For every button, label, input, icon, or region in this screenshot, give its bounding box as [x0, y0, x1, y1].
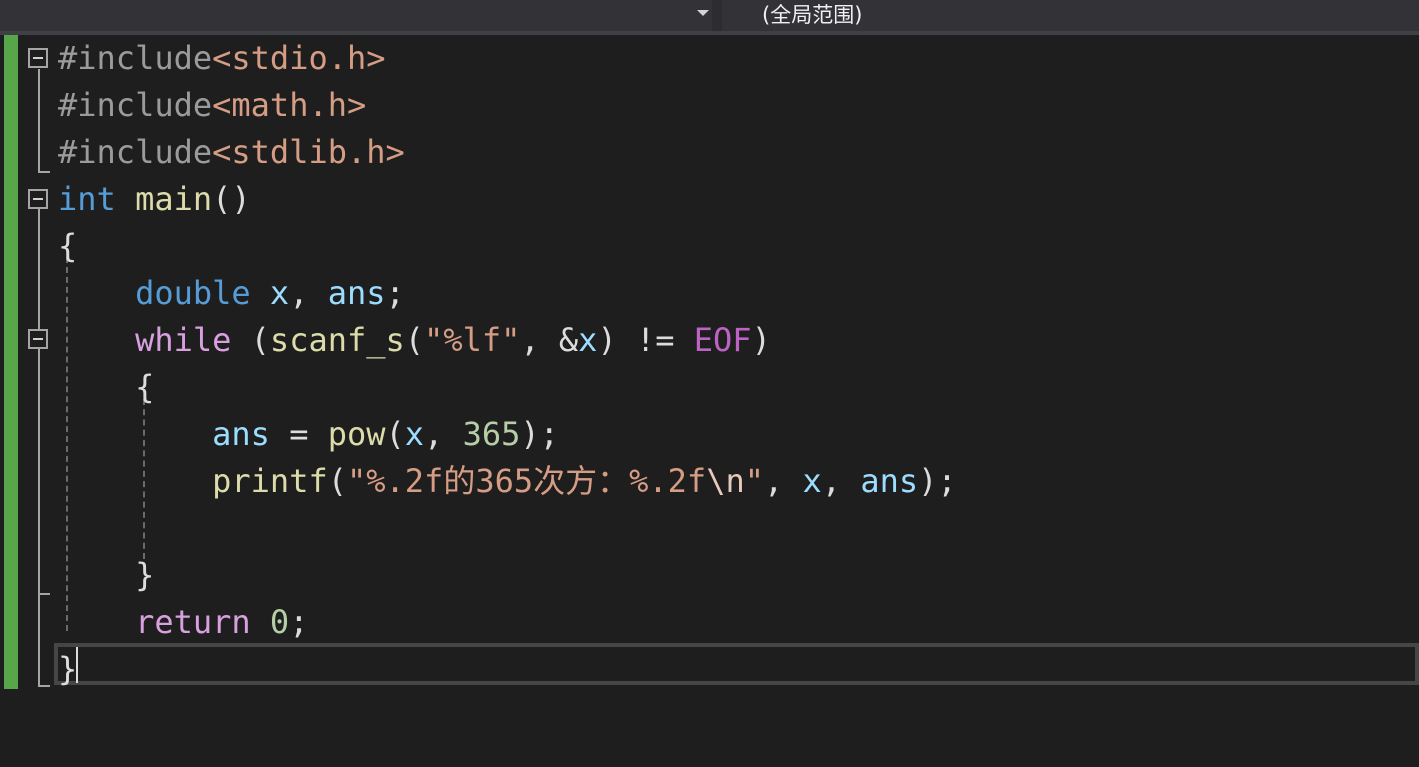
- code-token: EOF: [693, 321, 752, 359]
- code-token: }: [58, 556, 155, 594]
- code-line[interactable]: }: [58, 646, 77, 693]
- code-line[interactable]: printf("%.2f的365次方：%.2f\n", x, ans);: [58, 458, 957, 505]
- code-line[interactable]: int main(): [58, 176, 251, 223]
- code-token: return: [135, 603, 251, 641]
- code-token: x: [269, 274, 290, 312]
- code-token: "%.2f的365次方：%.2f: [346, 462, 707, 500]
- change-tracking-bar: [4, 35, 18, 689]
- code-token: ,: [289, 274, 328, 312]
- code-token: ,: [763, 462, 803, 500]
- code-token: (): [212, 180, 251, 218]
- code-token: ) !=: [597, 321, 694, 359]
- collapse-includes-icon[interactable]: [28, 48, 48, 68]
- member-dropdown[interactable]: [0, 0, 712, 31]
- code-token: );: [520, 415, 559, 453]
- code-token: x: [404, 415, 425, 453]
- code-token: \n: [706, 462, 745, 500]
- code-token: while: [135, 321, 232, 359]
- code-token: {: [58, 227, 78, 265]
- code-token: (: [327, 462, 347, 500]
- code-line[interactable]: return 0;: [58, 599, 308, 646]
- code-token: (: [404, 321, 425, 359]
- code-line[interactable]: double x, ans;: [58, 270, 405, 317]
- code-line[interactable]: {: [58, 223, 77, 270]
- code-token: }: [58, 650, 78, 688]
- code-token: pow: [327, 415, 386, 453]
- code-token: 0: [269, 603, 290, 641]
- outline-line-main: [38, 209, 40, 687]
- code-token: , &: [520, 321, 579, 359]
- code-token: "%lf": [424, 321, 521, 359]
- navigation-bar: (全局范围): [0, 0, 1419, 31]
- code-token: (: [385, 415, 405, 453]
- outline-line-main-end: [38, 685, 50, 687]
- code-token: main: [135, 180, 213, 218]
- code-token: <stdlib.h>: [212, 133, 405, 171]
- collapse-while-icon[interactable]: [28, 329, 48, 349]
- code-token: ,: [821, 462, 861, 500]
- outline-line-includes: [38, 69, 40, 173]
- scope-dropdown[interactable]: (全局范围): [722, 0, 1419, 31]
- code-token: int: [58, 180, 116, 218]
- code-token: x: [578, 321, 598, 359]
- text-caret: [76, 647, 78, 683]
- code-line[interactable]: while (scanf_s("%lf", &x) != EOF): [58, 317, 771, 364]
- code-line[interactable]: #include<stdlib.h>: [58, 129, 405, 176]
- code-token: x: [802, 462, 822, 500]
- code-token: ": [744, 462, 764, 500]
- code-token: ans: [212, 415, 270, 453]
- code-token: double: [135, 274, 251, 312]
- code-token: ans: [327, 274, 386, 312]
- code-token: =: [269, 415, 328, 453]
- code-line[interactable]: }: [58, 552, 154, 599]
- code-line[interactable]: {: [58, 364, 154, 411]
- code-token: );: [918, 462, 957, 500]
- chevron-down-icon[interactable]: [697, 10, 709, 16]
- outline-line-includes-end: [38, 171, 50, 173]
- code-token: ): [751, 321, 771, 359]
- collapse-main-icon[interactable]: [28, 189, 48, 209]
- scope-label: (全局范围): [762, 3, 863, 27]
- code-token: ;: [289, 603, 309, 641]
- code-line[interactable]: #include<math.h>: [58, 82, 366, 129]
- code-editor[interactable]: #include<stdio.h> #include<math.h> #includ…: [0, 35, 1419, 767]
- code-token: {: [58, 368, 155, 406]
- code-token: printf: [212, 462, 328, 500]
- code-token: <math.h>: [212, 86, 367, 124]
- code-line[interactable]: ans = pow(x, 365);: [58, 411, 559, 458]
- code-token: #include: [58, 39, 213, 77]
- code-token: #include: [58, 133, 213, 171]
- current-line-highlight: [54, 643, 1419, 685]
- code-token: scanf_s: [269, 321, 405, 359]
- code-line[interactable]: #include<stdio.h>: [58, 35, 386, 82]
- code-token: ans: [860, 462, 919, 500]
- code-token: #include: [58, 86, 213, 124]
- code-token: ,: [424, 415, 463, 453]
- code-token: (: [231, 321, 270, 359]
- code-token: ;: [385, 274, 405, 312]
- outline-line-while-end: [38, 593, 50, 595]
- code-token: <stdio.h>: [212, 39, 386, 77]
- code-token: 365: [462, 415, 521, 453]
